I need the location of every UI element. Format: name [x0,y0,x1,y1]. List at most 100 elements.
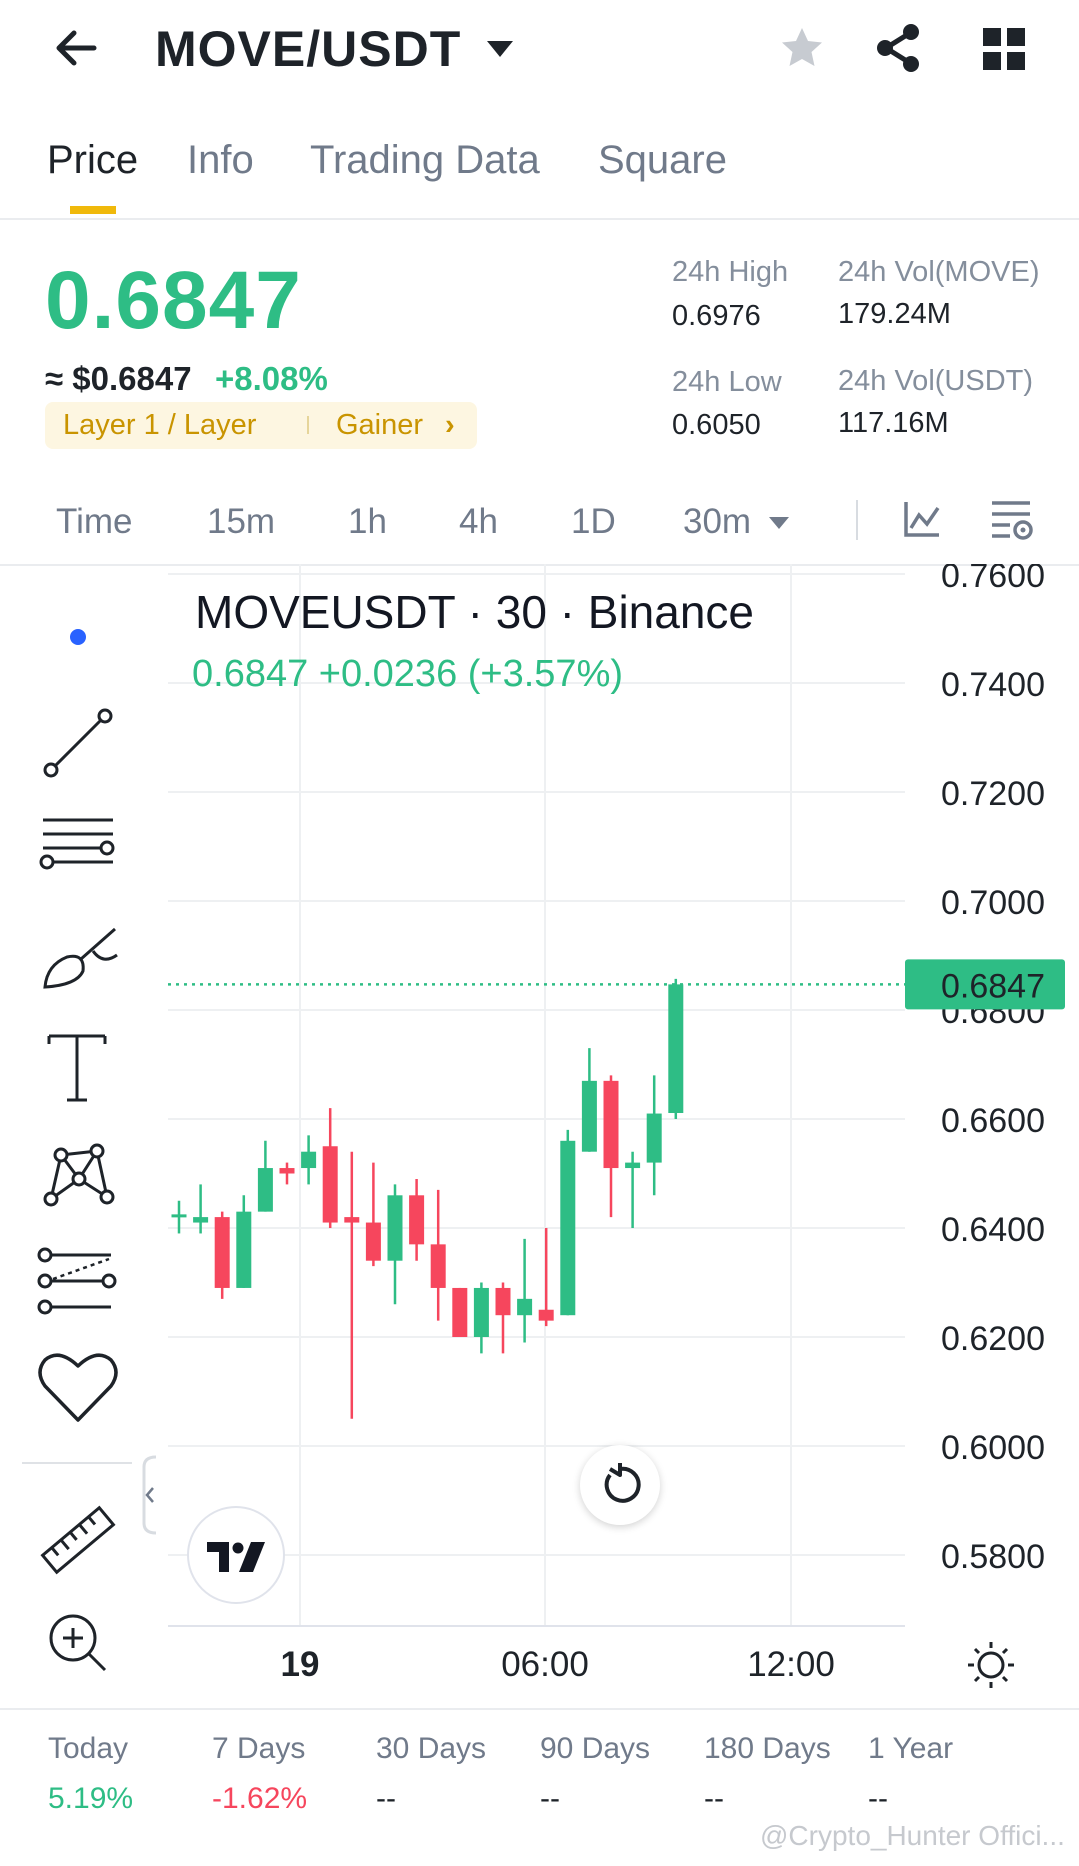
category-tags[interactable]: Layer 1 / Layer Gainer › [45,402,477,449]
candle-body [236,1211,252,1288]
candle-body [279,1168,295,1174]
brush-icon[interactable] [33,915,123,1005]
perf-label-90d: 90 Days [540,1732,651,1765]
interval-30m[interactable]: 30m [683,502,751,542]
interval-divider [856,500,858,540]
interval-4h[interactable]: 4h [459,502,498,542]
tag-gainer[interactable]: Gainer [336,409,423,442]
refresh-icon [604,1463,641,1503]
perf-label-7d: 7 Days [212,1732,306,1765]
candle-body [344,1217,360,1223]
grid-icon[interactable] [983,28,1025,70]
trend-line-icon[interactable] [33,698,123,788]
chevron-right-icon: › [445,409,455,441]
perf-label-180d: 180 Days [704,1732,831,1765]
share-icon[interactable] [873,22,923,74]
chart-ohlc: 0.6847 +0.0236 (+3.57%) [192,653,624,695]
toolbar-divider [22,1462,132,1464]
current-price-label: 0.6847 [941,967,1045,1005]
status-dot-icon [70,629,86,645]
candle-body [538,1309,554,1321]
pair-title[interactable]: MOVE/USDT [155,20,461,78]
tab-square[interactable]: Square [598,138,727,183]
perf-value-30d: -- [376,1782,396,1815]
last-price: 0.6847 [45,255,302,346]
candlestick-chart[interactable]: 0.76000.74000.72000.70000.68000.66000.64… [0,564,1079,1706]
chart-title: MOVEUSDT · 30 · Binance [195,586,755,638]
candle-body [171,1214,187,1218]
candle-body [365,1222,381,1261]
tradingview-logo-icon [207,1542,265,1572]
interval-time[interactable]: Time [56,502,132,542]
y-tick-label: 0.7000 [941,884,1045,922]
brightness-icon[interactable] [966,1640,1016,1690]
reset-chart-button[interactable] [580,1445,660,1525]
candle-body [603,1080,619,1169]
interval-15m[interactable]: 15m [207,502,275,542]
tab-info[interactable]: Info [187,138,254,183]
candle-body [257,1168,273,1212]
y-tick-label: 0.5800 [941,1538,1045,1576]
ruler-icon[interactable] [33,1495,123,1585]
candle-body [646,1113,662,1163]
perf-label-1y: 1 Year [868,1732,954,1765]
candle-body [301,1151,317,1169]
interval-1d[interactable]: 1D [571,502,616,542]
tab-trading-data[interactable]: Trading Data [310,138,540,183]
candle-body [387,1195,403,1261]
y-tick-label: 0.6600 [941,1102,1045,1140]
tradingview-logo[interactable] [187,1506,285,1604]
low-value: 0.6050 [672,409,761,441]
perf-value-7d: -1.62% [212,1782,308,1815]
watermark: @Crypto_Hunter Offici... [760,1820,1065,1851]
top-bar: MOVE/USDT [0,0,1079,100]
price-change-percent: +8.08% [215,360,328,397]
fib-retracement-icon[interactable] [33,806,123,896]
candle-body [668,984,684,1114]
candle-body [409,1195,425,1245]
candle-body [560,1140,576,1316]
candle-body [193,1217,209,1223]
y-tick-label: 0.7600 [941,564,1045,595]
collapse-toolbar-handle[interactable] [138,1455,158,1535]
back-arrow-icon[interactable] [50,22,102,74]
caret-down-icon[interactable] [485,38,515,60]
pattern-tool-icon[interactable] [33,1127,123,1217]
candle-body [214,1217,230,1288]
perf-value-90d: -- [540,1782,560,1815]
perf-label-30d: 30 Days [376,1732,487,1765]
caret-down-icon[interactable] [768,516,790,530]
y-tick-label: 0.6200 [941,1320,1045,1358]
chart-settings-icon[interactable] [990,498,1034,542]
x-tick-label: 06:00 [501,1645,589,1684]
y-tick-label: 0.6000 [941,1429,1045,1467]
star-icon[interactable] [778,24,826,72]
perf-value-1y: -- [868,1782,888,1815]
tag-divider [307,416,309,434]
interval-bar: Time 15m 1h 4h 1D 30m [0,494,1079,566]
candle-body [452,1287,468,1337]
y-tick-label: 0.6400 [941,1211,1045,1249]
active-tab-indicator [70,206,116,214]
prediction-tool-icon[interactable] [33,1235,123,1325]
favorite-heart-icon[interactable] [33,1342,123,1432]
indicator-chart-icon[interactable] [903,500,941,538]
perf-value-today: 5.19% [48,1782,134,1815]
section-tabs: Price Info Trading Data Square [0,128,1079,220]
candle-body [581,1080,597,1152]
y-tick-label: 0.7400 [941,666,1045,704]
interval-1h[interactable]: 1h [348,502,387,542]
vol-quote-label: 24h Vol(USDT) [838,365,1034,397]
candle-body [495,1287,511,1316]
candle-body [517,1298,533,1316]
tab-price[interactable]: Price [47,138,138,183]
y-tick-label: 0.7200 [941,775,1045,813]
tag-layer[interactable]: Layer 1 / Layer [63,409,256,442]
zoom-in-icon[interactable] [33,1598,123,1688]
candle-body [473,1287,489,1337]
text-tool-icon[interactable] [33,1022,123,1112]
vol-quote-value: 117.16M [838,407,949,439]
vol-base-value: 179.24M [838,298,951,330]
usd-price: ≈ $0.6847 [45,360,192,397]
high-label: 24h High [672,256,789,288]
